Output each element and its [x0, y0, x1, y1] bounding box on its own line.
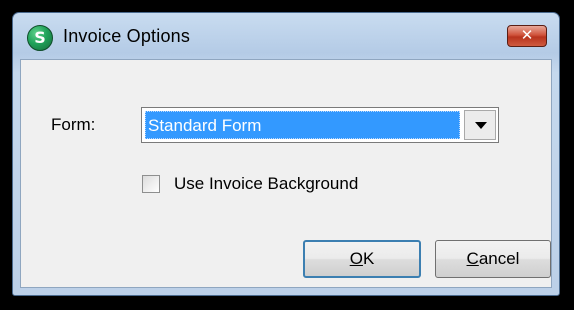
- dialog-body: Form: Standard Form Use Invoice Backgrou…: [20, 59, 552, 288]
- close-button[interactable]: ✕: [507, 25, 547, 47]
- close-icon: ✕: [520, 26, 534, 44]
- ok-button-mnemonic: O: [349, 249, 363, 268]
- title-bar[interactable]: S Invoice Options ✕: [13, 13, 559, 59]
- use-invoice-background-label[interactable]: Use Invoice Background: [174, 174, 358, 194]
- form-select[interactable]: Standard Form: [141, 107, 499, 143]
- chevron-down-icon[interactable]: [464, 110, 496, 140]
- ok-button[interactable]: OK: [303, 240, 421, 278]
- app-logo-icon: S: [27, 25, 53, 51]
- form-select-value: Standard Form: [145, 111, 460, 139]
- window-title: Invoice Options: [63, 26, 191, 46]
- use-invoice-background-checkbox[interactable]: [142, 175, 160, 193]
- cancel-button-mnemonic: C: [466, 249, 479, 268]
- cancel-button[interactable]: Cancel: [435, 240, 551, 278]
- form-label: Form:: [51, 115, 96, 134]
- ok-button-label: K: [362, 249, 375, 268]
- invoice-options-dialog: S Invoice Options ✕ Form: Standard Form …: [12, 12, 560, 296]
- cancel-button-label: ancel: [478, 249, 520, 268]
